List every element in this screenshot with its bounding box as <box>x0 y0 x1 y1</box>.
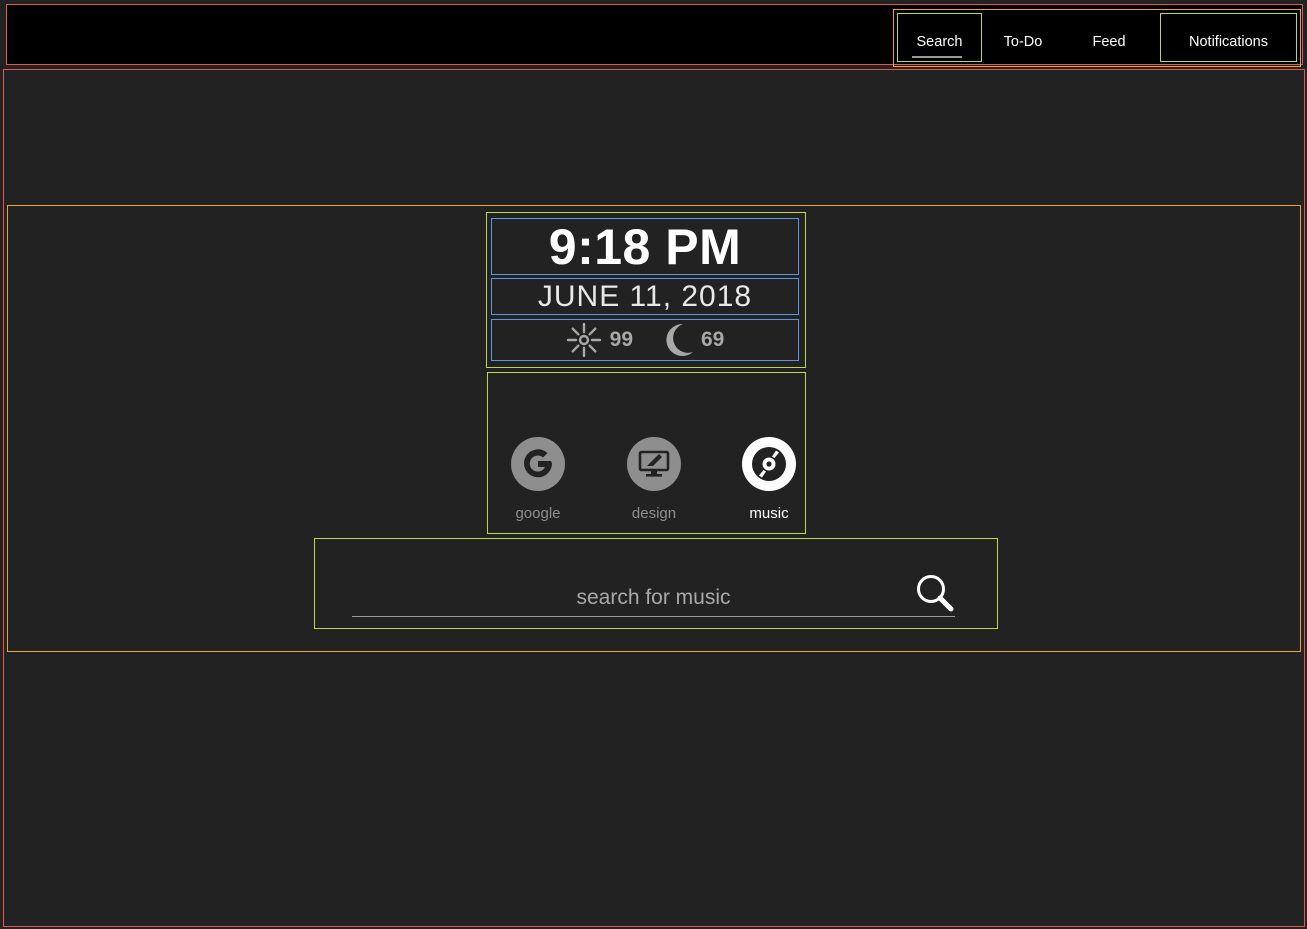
music-disc-icon <box>742 437 796 491</box>
tab-todo[interactable]: To-Do <box>994 10 1052 66</box>
weather-low-value: 69 <box>701 328 725 351</box>
tab-notifications[interactable]: Notifications <box>1160 13 1297 62</box>
search-box <box>314 538 998 629</box>
weather-high-value: 99 <box>609 328 633 351</box>
search-icon[interactable] <box>914 572 958 616</box>
tab-feed[interactable]: Feed <box>1080 10 1138 66</box>
google-icon <box>511 437 565 491</box>
clock-widget: 9:18 PM JUNE 11, 2018 99 69 <box>486 212 806 368</box>
weather-high: 99 <box>566 322 633 358</box>
tab-todo-label: To-Do <box>1003 34 1043 50</box>
tile-music[interactable]: music <box>739 437 799 522</box>
design-monitor-icon <box>627 437 681 491</box>
tile-music-label: music <box>749 505 789 522</box>
tile-google-label: google <box>515 505 561 522</box>
tile-design[interactable]: design <box>624 437 684 522</box>
weather-low: 69 <box>659 321 724 359</box>
tile-design-label: design <box>631 505 677 522</box>
tab-search[interactable]: Search <box>897 13 982 62</box>
tab-search-label: Search <box>916 33 963 50</box>
search-engine-selector: google design music <box>487 372 806 534</box>
tab-feed-label: Feed <box>1092 34 1126 50</box>
moon-icon <box>659 321 695 359</box>
search-input[interactable] <box>352 579 955 617</box>
tile-google[interactable]: google <box>508 437 568 522</box>
active-tab-underline <box>912 56 962 58</box>
clock-time: 9:18 PM <box>491 218 799 275</box>
weather-row: 99 69 <box>491 319 799 361</box>
tab-notifications-label: Notifications <box>1189 33 1268 50</box>
clock-date: JUNE 11, 2018 <box>491 278 799 315</box>
sun-icon <box>566 322 602 358</box>
top-nav: Search To-Do Feed Notifications <box>893 9 1301 67</box>
